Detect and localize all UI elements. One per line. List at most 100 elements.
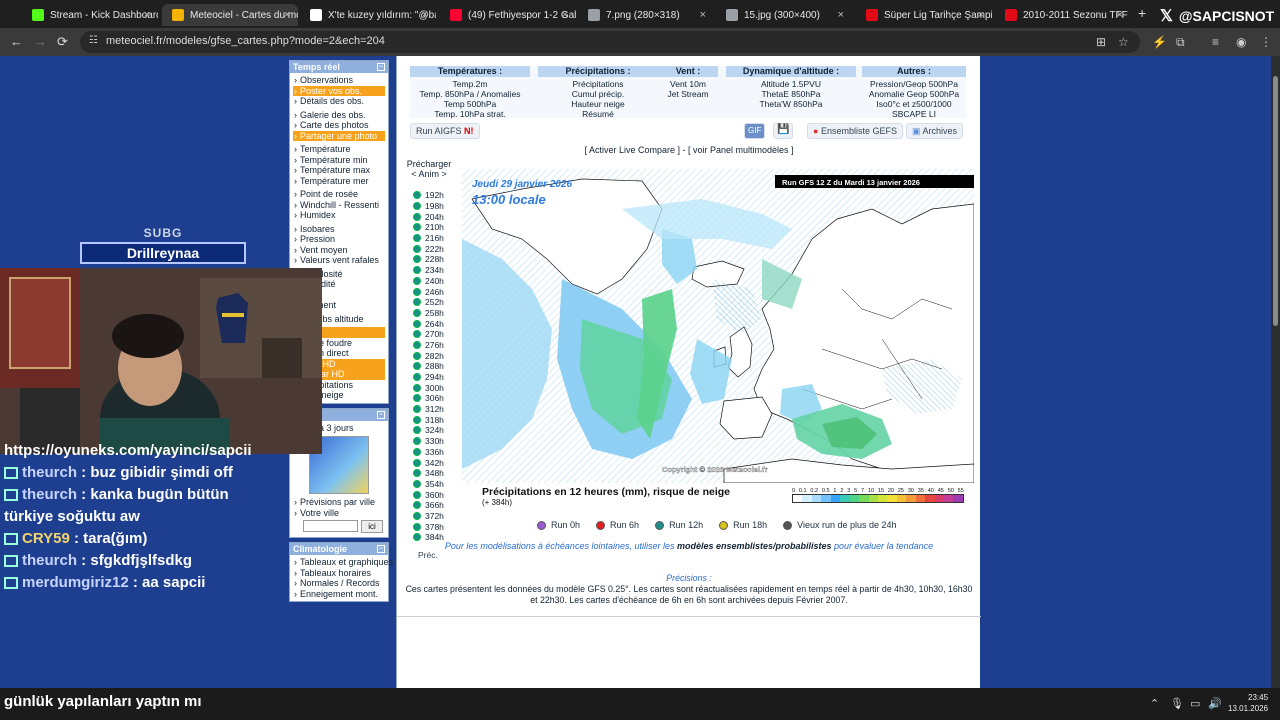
prev-link[interactable]: Préc. (418, 550, 438, 560)
browser-tab[interactable]: 2010-2011 Sezonu TFF × (995, 4, 1131, 26)
tab-close-icon[interactable]: × (1117, 9, 1123, 21)
collapse-icon[interactable]: − (377, 545, 385, 553)
forecast-hour-item[interactable]: 318h (413, 414, 453, 425)
forecast-hour-item[interactable]: 234h (413, 265, 453, 276)
sidebar-link[interactable]: Tableaux horaires (293, 568, 385, 579)
forward-icon[interactable]: → (34, 34, 47, 49)
menu-link[interactable]: SBCAPE LI (862, 109, 966, 119)
forecast-hour-item[interactable]: 324h (413, 425, 453, 436)
forecast-hour-item[interactable]: 312h (413, 404, 453, 415)
sidebar-link[interactable]: Vent moyen (293, 245, 385, 256)
forecast-hour-item[interactable]: 360h (413, 489, 453, 500)
forecast-hour-item[interactable]: 330h (413, 436, 453, 447)
extension-icon[interactable]: ⚡ (1152, 35, 1167, 49)
menu-link[interactable]: Jet Stream (658, 89, 718, 99)
menu-link[interactable]: Vent 10m (658, 79, 718, 89)
bookmark-star-icon[interactable]: ☆ (1118, 35, 1129, 49)
forecast-hour-item[interactable]: 192h (413, 190, 453, 201)
forecast-hour-item[interactable]: 342h (413, 457, 453, 468)
forecast-hour-item[interactable]: 210h (413, 222, 453, 233)
tab-close-icon[interactable]: × (700, 9, 706, 21)
live-compare-links[interactable]: [ Activer Live Compare ] - [ voir Panel … (397, 145, 981, 155)
menu-link[interactable]: Iso0°c et z500/1000 (862, 99, 966, 109)
browser-tab[interactable]: Meteociel - Cartes du mo × (162, 4, 298, 26)
puzzle-icon[interactable]: ⧉ (1176, 35, 1185, 50)
forecast-hour-item[interactable]: 276h (413, 340, 453, 351)
run-legend-item[interactable]: Run 6h (596, 520, 639, 530)
ensemble-gefs-button[interactable]: ● Ensembliste GEFS (807, 123, 903, 139)
save-disk-icon[interactable]: 💾 (773, 123, 794, 139)
collapse-icon[interactable]: − (377, 410, 385, 419)
forecast-hour-item[interactable]: 216h (413, 233, 453, 244)
archives-button[interactable]: ▣ Archives (906, 123, 964, 139)
forecast-hour-item[interactable]: 264h (413, 318, 453, 329)
forecast-hour-item[interactable]: 378h (413, 521, 453, 532)
menu-link[interactable]: Temp 500hPa (410, 99, 530, 109)
browser-tab[interactable]: Stream - Kick Dashboard × (22, 4, 158, 26)
sidebar-link[interactable]: Votre ville (293, 508, 385, 519)
display-icon[interactable]: ▭ (1190, 697, 1200, 710)
translate-icon[interactable]: ⊞ (1096, 35, 1106, 49)
sidebar-link[interactable]: Humidex (293, 210, 385, 221)
sidebar-link[interactable]: Windchill - Ressenti (293, 200, 385, 211)
menu-link[interactable]: Pression/Geop 500hPa (862, 79, 966, 89)
menu-link[interactable]: Résumé (538, 109, 658, 119)
sidebar-link[interactable]: Détails des obs. (293, 96, 385, 107)
forecast-hour-item[interactable]: 198h (413, 201, 453, 212)
sidebar-link[interactable]: Galerie des obs. (293, 110, 385, 121)
preload-link[interactable]: Précharger (405, 159, 453, 169)
browser-tab[interactable]: 15.jpg (300×400) × (716, 4, 852, 26)
forecast-hour-item[interactable]: 354h (413, 479, 453, 490)
system-clock[interactable]: 23:45 13.01.2026 (1228, 692, 1268, 714)
tab-close-icon[interactable]: × (284, 9, 290, 21)
forecast-hour-item[interactable]: 252h (413, 297, 453, 308)
forecast-hour-item[interactable]: 282h (413, 350, 453, 361)
new-tab-button[interactable]: + (1138, 5, 1146, 21)
tab-close-icon[interactable]: × (978, 9, 984, 21)
tab-close-icon[interactable]: × (838, 9, 844, 21)
sidebar-link[interactable]: Carte des photos (293, 120, 385, 131)
sidebar-link[interactable]: Pression (293, 234, 385, 245)
sidebar-link[interactable]: Point de rosée (293, 189, 385, 200)
run-legend-item[interactable]: Run 12h (655, 520, 703, 530)
menu-link[interactable]: Précipitations (538, 79, 658, 89)
forecast-hour-item[interactable]: 336h (413, 447, 453, 458)
menu-link[interactable]: Temp. 850hPa / Anomalies (410, 89, 530, 99)
forecast-hour-item[interactable]: 372h (413, 511, 453, 522)
sidebar-link[interactable]: Température max (293, 165, 385, 176)
url-field[interactable]: ☷ meteociel.fr/modeles/gfse_cartes.php?m… (80, 31, 1140, 53)
forecast-hour-item[interactable]: 240h (413, 276, 453, 287)
sidebar-link[interactable]: Normales / Records (293, 578, 385, 589)
volume-icon[interactable]: 🔊 (1208, 697, 1222, 710)
anim-link[interactable]: < Anim > (405, 169, 453, 179)
page-scrollbar[interactable] (1271, 56, 1280, 688)
run-legend-item[interactable]: Run 18h (719, 520, 767, 530)
run-aigfs-button[interactable]: Run AIGFS N! (410, 123, 480, 139)
browser-tab[interactable]: 7.png (280×318) × (578, 4, 714, 26)
browser-tab[interactable]: (49) Fethiyespor 1-2 Galat × (440, 4, 576, 26)
sidebar-link[interactable]: Observations (293, 75, 385, 86)
browser-tab[interactable]: X'te kuzey yıldırım: "@bar × (300, 4, 436, 26)
menu-link[interactable]: Theta'W 850hPa (726, 99, 856, 109)
sidebar-link[interactable]: Température (293, 144, 385, 155)
menu-link[interactable]: Temp. 10hPa strat. (410, 109, 530, 119)
mic-icon[interactable]: 🎙 (1170, 697, 1184, 710)
forecast-hour-item[interactable]: 204h (413, 211, 453, 222)
menu-link[interactable]: ThetaE 850hPa (726, 89, 856, 99)
forecast-hour-item[interactable]: 306h (413, 393, 453, 404)
run-legend-item[interactable]: Run 0h (537, 520, 580, 530)
menu-link[interactable]: Temp.2m (410, 79, 530, 89)
forecast-hour-item[interactable]: 228h (413, 254, 453, 265)
precipitation-map[interactable]: Jeudi 29 janvier 2026 13:00 locale Run G… (462, 169, 974, 483)
sidebar-link[interactable]: Valeurs vent rafales (293, 255, 385, 266)
sidebar-link[interactable]: Partager une photo (293, 130, 385, 141)
forecast-hour-item[interactable]: 258h (413, 308, 453, 319)
browser-tab[interactable]: Süper Lig Tarihçe Şampiy × (856, 4, 992, 26)
forecast-hour-item[interactable]: 246h (413, 286, 453, 297)
forecast-hour-item[interactable]: 222h (413, 243, 453, 254)
profile-icon[interactable]: ◉ (1236, 35, 1246, 49)
sidebar-link[interactable]: Poster vos obs. (293, 85, 385, 96)
sidebar-link[interactable]: Isobares (293, 224, 385, 235)
forecast-hour-item[interactable]: 348h (413, 468, 453, 479)
forecast-hour-item[interactable]: 300h (413, 382, 453, 393)
